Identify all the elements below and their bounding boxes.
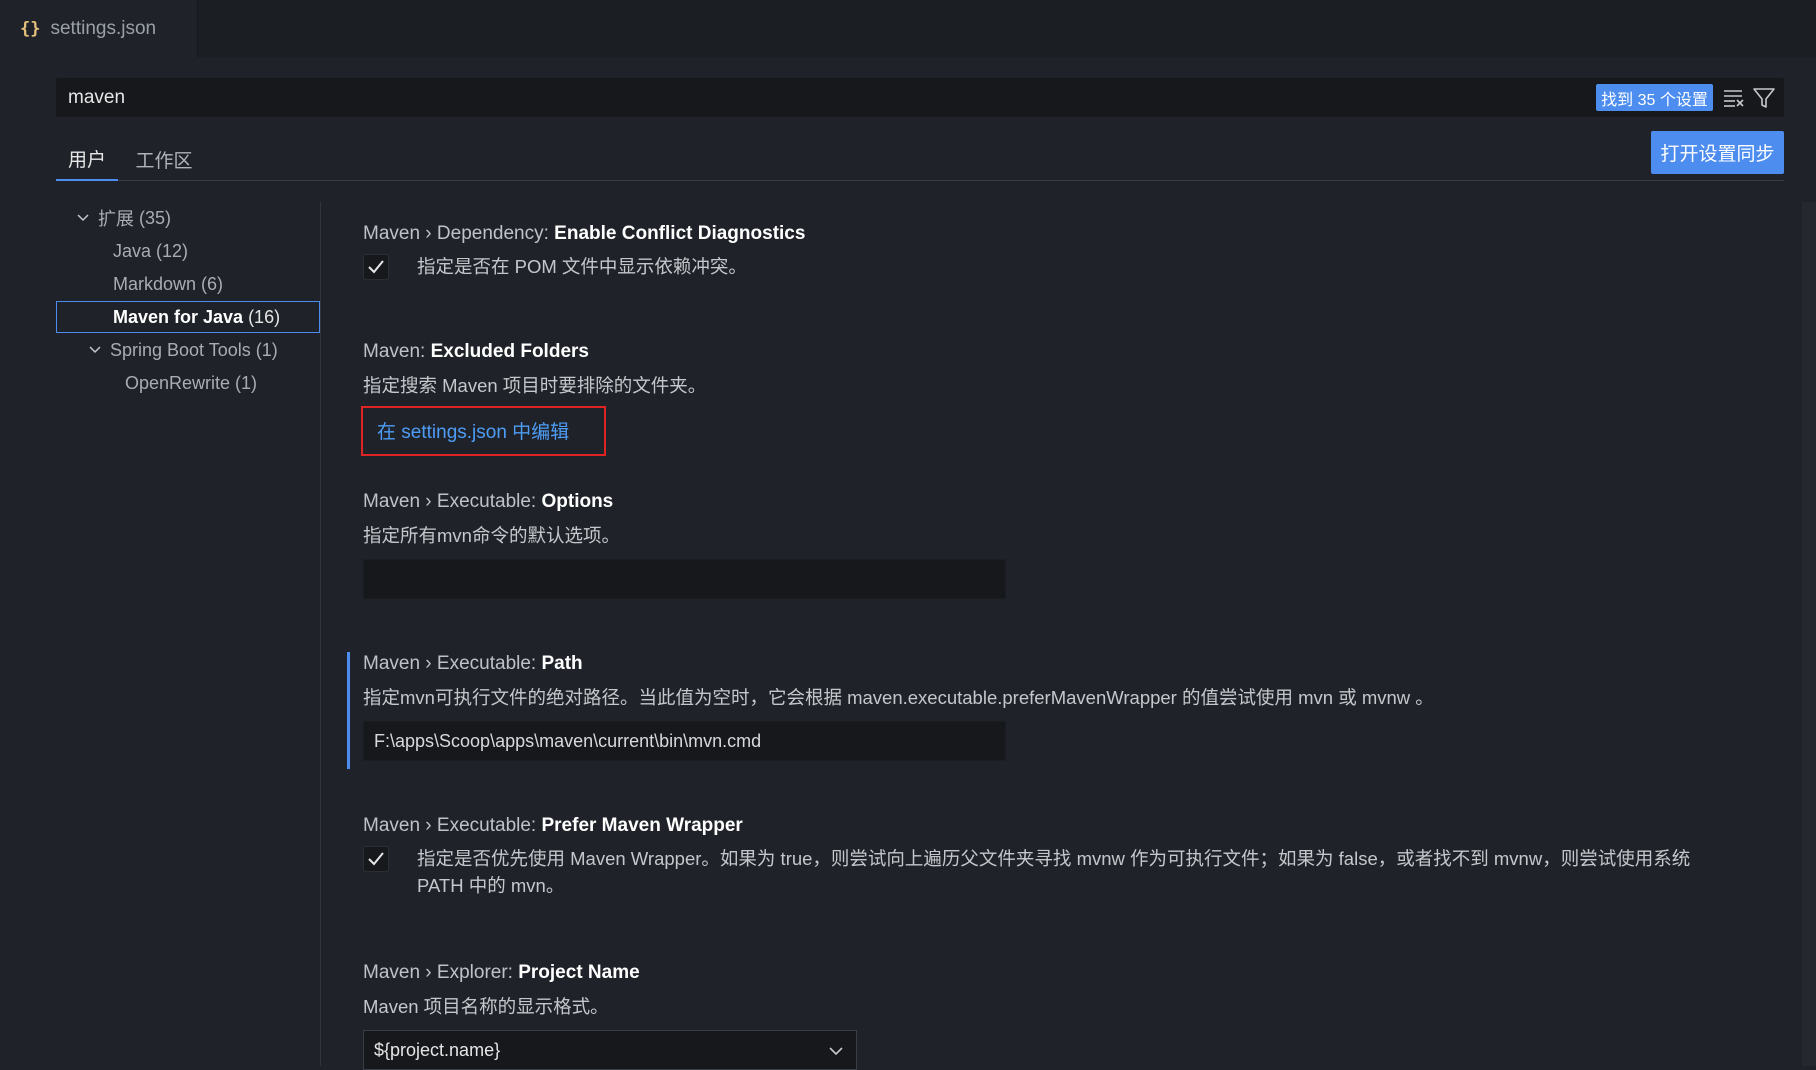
executable-path-input[interactable]: F:\apps\Scoop\apps\maven\current\bin\mvn…	[363, 721, 1006, 761]
toc-count: (1)	[255, 339, 278, 360]
setting-explorer-project-name: Maven › Explorer: Project Name Maven 项目名…	[363, 959, 1783, 1070]
setting-title: Maven › Dependency: Enable Conflict Diag…	[363, 220, 1783, 248]
description-line: 指定是否优先使用 Maven Wrapper。如果为 true，则尝试向上遍历父…	[417, 848, 1691, 869]
toc-item-openrewrite[interactable]: OpenRewrite (1)	[56, 367, 320, 399]
settings-toc: 扩展 (35) Java (12) Markdown (6) Maven for Ja…	[56, 200, 320, 1066]
filter-icon[interactable]	[1752, 86, 1776, 110]
setting-title: Maven › Executable: Options	[363, 488, 1783, 516]
modified-indicator	[347, 652, 350, 769]
check-icon	[368, 852, 384, 866]
setting-title: Maven › Executable: Path	[363, 650, 1783, 678]
description-line: PATH 中的 mvn。	[417, 875, 565, 896]
toc-label: OpenRewrite	[125, 372, 231, 393]
setting-category: Maven › Executable:	[363, 815, 542, 836]
toc-item-spring-boot-tools[interactable]: Spring Boot Tools (1)	[56, 334, 320, 366]
toc-count: (1)	[235, 372, 258, 393]
edit-in-settings-json-link[interactable]: 在 settings.json 中编辑	[377, 417, 569, 444]
toc-item-maven-for-java[interactable]: Maven for Java (16)	[56, 301, 320, 333]
check-icon	[368, 260, 384, 274]
tab-workspace[interactable]: 工作区	[128, 138, 200, 181]
scope-tabs: 用户 工作区	[56, 138, 1784, 181]
setting-executable-options: Maven › Executable: Options 指定所有mvn命令的默认…	[363, 488, 1783, 599]
settings-search: 找到 35 个设置	[56, 78, 1784, 117]
setting-name: Options	[541, 491, 614, 512]
setting-excluded-folders: Maven: Excluded Folders 指定搜索 Maven 项目时要排…	[361, 338, 1783, 456]
json-braces-icon: {}	[20, 18, 41, 39]
setting-description: 指定mvn可执行文件的绝对路径。当此值为空时，它会根据 maven.execut…	[363, 687, 1434, 708]
toc-count: (16)	[248, 306, 281, 327]
toc-item-java[interactable]: Java (12)	[56, 235, 320, 267]
setting-category: Maven › Executable:	[363, 491, 542, 512]
prefer-maven-wrapper-checkbox[interactable]	[363, 846, 389, 872]
setting-category: Maven › Dependency:	[363, 223, 555, 244]
toc-item-markdown[interactable]: Markdown (6)	[56, 268, 320, 300]
setting-title: Maven › Executable: Prefer Maven Wrapper	[363, 812, 1783, 840]
tab-user[interactable]: 用户	[56, 138, 118, 181]
setting-enable-conflict-diagnostics: Maven › Dependency: Enable Conflict Diag…	[363, 220, 1783, 288]
setting-title: Maven › Explorer: Project Name	[363, 959, 1783, 987]
setting-name: Excluded Folders	[430, 341, 589, 362]
toc-count: (35)	[139, 207, 172, 228]
search-result-badge: 找到 35 个设置	[1596, 84, 1713, 111]
toc-label: Java	[113, 240, 152, 261]
project-name-select[interactable]: ${project.name}	[363, 1030, 857, 1070]
setting-description: 指定所有mvn命令的默认选项。	[363, 525, 620, 546]
setting-description: 指定搜索 Maven 项目时要排除的文件夹。	[363, 375, 707, 396]
toc-count: (6)	[201, 273, 224, 294]
tab-title: settings.json	[50, 17, 157, 39]
toc-label: Markdown	[113, 273, 197, 294]
executable-options-input[interactable]	[363, 559, 1006, 599]
tab-settings-json[interactable]: {} settings.json	[0, 0, 198, 57]
setting-name: Path	[541, 653, 583, 674]
setting-name: Prefer Maven Wrapper	[541, 815, 743, 836]
chevron-down-icon	[829, 1047, 843, 1056]
open-settings-sync-button[interactable]: 打开设置同步	[1651, 131, 1784, 174]
setting-category: Maven › Executable:	[363, 653, 542, 674]
conflict-diagnostics-checkbox[interactable]	[363, 254, 389, 280]
setting-description: Maven 项目名称的显示格式。	[363, 996, 609, 1017]
setting-category: Maven › Explorer:	[363, 962, 519, 983]
setting-description: 指定是否在 POM 文件中显示依赖冲突。	[417, 256, 747, 277]
setting-executable-path: Maven › Executable: Path 指定mvn可执行文件的绝对路径…	[363, 650, 1783, 761]
toc-count: (12)	[156, 240, 189, 261]
setting-name: Project Name	[518, 962, 640, 983]
toc-label: 扩展	[98, 209, 134, 229]
select-value: ${project.name}	[374, 1039, 501, 1060]
editor-tab-strip: {} settings.json	[0, 0, 1816, 57]
toc-item-extensions[interactable]: 扩展 (35)	[56, 202, 320, 234]
chevron-down-icon	[89, 346, 101, 354]
setting-prefer-maven-wrapper: Maven › Executable: Prefer Maven Wrapper…	[363, 812, 1783, 906]
setting-title: Maven: Excluded Folders	[363, 338, 1783, 366]
vertical-scrollbar[interactable]	[1802, 202, 1816, 1066]
clear-filter-icon[interactable]	[1722, 87, 1746, 109]
chevron-down-icon	[77, 214, 89, 222]
setting-description: 指定是否优先使用 Maven Wrapper。如果为 true，则尝试向上遍历父…	[417, 845, 1690, 899]
toc-label: Maven for Java	[113, 306, 244, 327]
toc-divider	[320, 202, 321, 1066]
search-input[interactable]	[66, 78, 1566, 117]
settings-list: Maven › Dependency: Enable Conflict Diag…	[347, 200, 1793, 1070]
setting-category: Maven:	[363, 341, 431, 362]
toc-label: Spring Boot Tools	[110, 339, 251, 360]
setting-name: Enable Conflict Diagnostics	[554, 223, 806, 244]
